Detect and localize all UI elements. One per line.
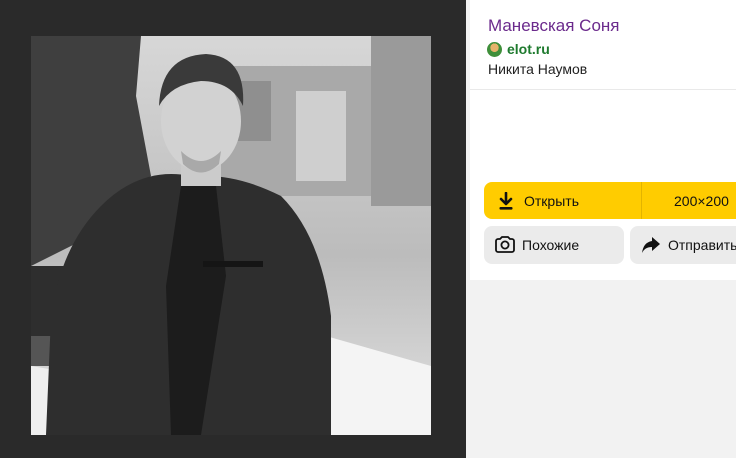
source-link[interactable]: elot.ru <box>487 40 550 58</box>
button-separator <box>641 182 642 219</box>
preview-image[interactable] <box>31 36 431 435</box>
result-author: Никита Наумов <box>488 61 588 77</box>
image-viewer <box>0 0 466 458</box>
result-title[interactable]: Маневская Соня <box>488 16 620 36</box>
info-panel: Маневская Соня elot.ru Никита Наумов Отк… <box>466 0 736 458</box>
share-label: Отправить <box>668 237 736 253</box>
share-button[interactable]: Отправить <box>630 226 736 264</box>
site-favicon-icon <box>487 41 502 57</box>
size-option[interactable]: 200×200 <box>674 193 729 209</box>
similar-label: Похожие <box>522 237 580 253</box>
share-arrow-icon <box>634 236 668 254</box>
download-icon <box>488 191 524 210</box>
open-button[interactable]: Открыть 200×200 <box>484 182 736 219</box>
divider <box>470 89 736 90</box>
similar-button[interactable]: Похожие <box>484 226 624 264</box>
lens-camera-icon <box>488 235 522 255</box>
open-label: Открыть <box>524 192 579 209</box>
portrait-photo <box>31 36 431 435</box>
source-domain[interactable]: elot.ru <box>507 41 550 57</box>
